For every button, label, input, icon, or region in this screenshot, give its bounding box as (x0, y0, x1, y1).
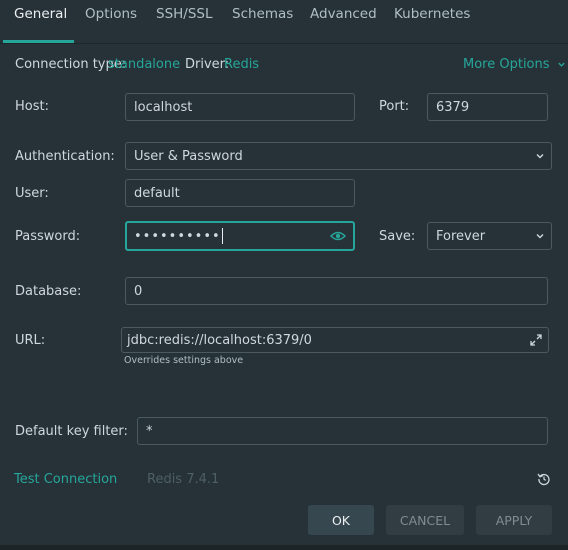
expand-icon[interactable] (530, 334, 542, 346)
database-input[interactable]: 0 (125, 277, 548, 305)
key-filter-input[interactable]: * (137, 417, 548, 445)
active-tab-indicator (3, 40, 74, 43)
url-label: URL: (15, 333, 46, 348)
database-label: Database: (15, 284, 82, 299)
window-bottom-edge (0, 545, 568, 550)
key-filter-label: Default key filter: (15, 424, 128, 439)
host-label: Host: (15, 99, 49, 114)
authentication-label: Authentication: (15, 149, 115, 164)
password-value: •••••••••• (134, 228, 221, 244)
save-select[interactable]: Forever (427, 222, 552, 250)
authentication-value: User & Password (134, 148, 243, 164)
url-value: jdbc:redis://localhost:6379/0 (127, 332, 312, 348)
redis-version: Redis 7.4.1 (147, 472, 220, 487)
password-label: Password: (15, 229, 81, 244)
tab-bar: General Options SSH/SSL Schemas Advanced… (0, 0, 568, 44)
more-options-link[interactable]: More Options (463, 57, 566, 72)
url-input[interactable]: jdbc:redis://localhost:6379/0 (121, 327, 549, 353)
save-value: Forever (436, 228, 486, 244)
test-connection-link[interactable]: Test Connection (14, 472, 117, 487)
more-options-label: More Options (463, 57, 550, 72)
tab-schemas[interactable]: Schemas (232, 6, 293, 24)
save-label: Save: (379, 229, 416, 244)
tab-kubernetes[interactable]: Kubernetes (394, 6, 470, 24)
user-input[interactable]: default (125, 179, 355, 207)
apply-button[interactable]: APPLY (476, 505, 552, 535)
reset-icon[interactable] (537, 472, 551, 486)
driver-value[interactable]: Redis (224, 57, 259, 72)
authentication-select[interactable]: User & Password (125, 142, 552, 170)
password-input[interactable]: •••••••••• (125, 221, 355, 251)
chevron-down-icon (557, 62, 565, 67)
user-label: User: (15, 186, 49, 201)
tab-general[interactable]: General (14, 6, 67, 24)
text-cursor (221, 228, 223, 244)
url-hint: Overrides settings above (124, 355, 244, 366)
eye-icon[interactable] (330, 230, 346, 242)
port-input[interactable]: 6379 (427, 93, 548, 121)
connection-type-value[interactable]: standalone (108, 57, 180, 72)
tab-ssh-ssl[interactable]: SSH/SSL (156, 6, 213, 24)
port-label: Port: (379, 99, 410, 114)
cancel-button[interactable]: CANCEL (386, 505, 464, 535)
driver-label: Driver: (185, 57, 230, 72)
chevron-down-icon (536, 154, 544, 159)
tab-advanced[interactable]: Advanced (310, 6, 377, 24)
chevron-down-icon (536, 234, 544, 239)
tab-options[interactable]: Options (85, 6, 137, 24)
ok-button[interactable]: OK (308, 505, 374, 535)
host-input[interactable]: localhost (125, 93, 355, 121)
